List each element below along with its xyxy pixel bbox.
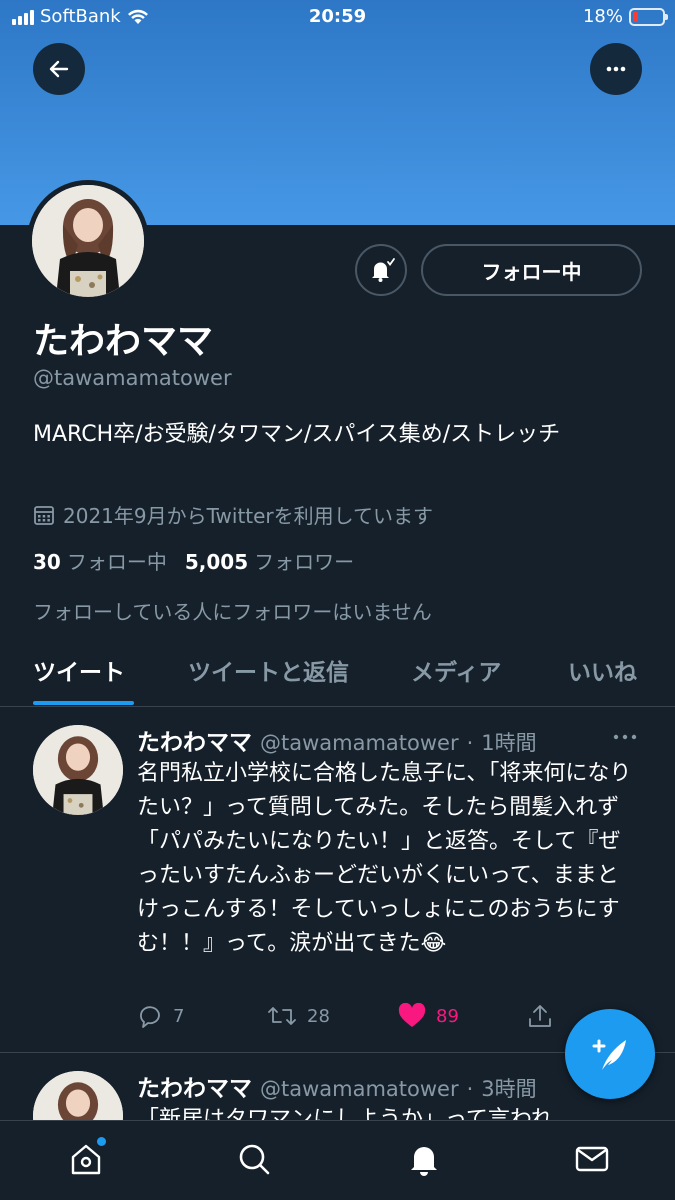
tweet-text: 「新居はタワマンにしようか」って言われ [137, 1107, 553, 1120]
compose-feather-icon [592, 1039, 626, 1070]
follow-counts: 30 フォロー中 5,005 フォロワー [33, 546, 354, 575]
reply-count: 7 [173, 1005, 185, 1027]
tab-media[interactable]: メディア [411, 653, 501, 687]
tweet-time[interactable]: 3時間 [481, 1073, 536, 1103]
avatar [32, 185, 144, 297]
profile-bio: MARCH卒/お受験/タワマン/スパイス集め/ストレッチ [33, 422, 561, 447]
share-icon [529, 1005, 551, 1027]
tweet-author-handle: @tawamamatower [260, 1077, 459, 1101]
avatar[interactable] [33, 1071, 123, 1120]
following-label: フォロー中 [66, 550, 167, 574]
tweet-author-name[interactable]: たわわママ [137, 1069, 252, 1103]
nav-messages[interactable] [572, 1139, 612, 1179]
messages-icon [575, 1146, 609, 1172]
retweet-icon [268, 1007, 296, 1025]
tweet-more-button[interactable] [612, 727, 638, 751]
like-count: 89 [436, 1005, 459, 1027]
tweet-header: たわわママ @tawamamatower · 1時間 [137, 723, 537, 757]
reply-button[interactable]: 7 [137, 1003, 184, 1029]
tweet-text: 名門私立小学校に合格した息子に、「将来何になりたい？」って質問してみた。そしたら… [137, 761, 632, 956]
compose-tweet-button[interactable] [565, 1009, 655, 1099]
bell-check-icon [372, 258, 395, 282]
arrow-left-icon [49, 60, 69, 78]
tweet-item[interactable]: たわわママ @tawamamatower · 1時間 名門私立小学校に合格した息… [0, 707, 675, 1052]
ellipsis-icon [606, 66, 626, 72]
notifications-icon [411, 1147, 437, 1176]
following-link[interactable]: 30 フォロー中 [33, 546, 167, 575]
clock: 20:59 [308, 6, 367, 27]
joined-date: 2021年9月からTwitterを利用しています [33, 500, 433, 529]
status-bar: SoftBank 20:59 18% [0, 0, 675, 34]
calendar-icon [34, 505, 54, 525]
more-options-button[interactable] [590, 43, 642, 95]
retweet-button[interactable]: 28 [267, 1003, 330, 1029]
active-tab-indicator [33, 701, 134, 705]
battery-icon [629, 7, 668, 26]
retweet-count: 28 [307, 1005, 330, 1027]
tweet-header: たわわママ @tawamamatower · 3時間 [137, 1069, 537, 1103]
tweet-author-handle: @tawamamatower [260, 731, 459, 755]
nav-notifications[interactable] [404, 1139, 444, 1179]
search-icon [239, 1144, 270, 1175]
battery-percent: 18% [582, 6, 623, 27]
followers-label: フォロワー [254, 550, 355, 574]
profile-handle: @tawamamatower [33, 366, 232, 390]
followers-you-know: フォローしている人にフォロワーはいません [33, 600, 432, 624]
reply-icon [140, 1006, 160, 1028]
joined-text: 2021年9月からTwitterを利用しています [63, 504, 434, 528]
followers-count: 5,005 [184, 550, 249, 574]
ellipsis-icon [613, 734, 637, 740]
tweet-separator: · [466, 731, 474, 755]
tab-tweets[interactable]: ツイート [33, 653, 125, 687]
tab-likes[interactable]: いいね [568, 653, 637, 687]
tweet-actions: 7 28 89 [137, 1003, 637, 1029]
heart-icon [398, 1003, 426, 1027]
avatar[interactable] [33, 725, 123, 815]
following-count: 30 [33, 550, 61, 574]
tweet-author-name[interactable]: たわわママ [137, 723, 252, 757]
tweet-time[interactable]: 1時間 [481, 727, 536, 757]
back-button[interactable] [33, 43, 85, 95]
profile-display-name: たわわママ [33, 321, 214, 362]
home-icon [71, 1144, 101, 1175]
bottom-navigation [0, 1120, 675, 1200]
unread-dot [97, 1137, 106, 1146]
notifications-toggle-button[interactable] [355, 244, 407, 296]
profile-avatar[interactable] [27, 180, 149, 302]
tweet-separator: · [466, 1077, 474, 1101]
battery-status: 18% [582, 6, 668, 27]
nav-home[interactable] [66, 1137, 106, 1179]
nav-search[interactable] [234, 1139, 274, 1179]
like-button[interactable]: 89 [398, 1003, 459, 1029]
following-button[interactable]: フォロー中 [421, 244, 642, 296]
share-button[interactable] [527, 1003, 553, 1029]
tab-tweets-replies[interactable]: ツイートと返信 [188, 653, 349, 687]
followers-link[interactable]: 5,005 フォロワー [185, 546, 354, 575]
profile-tabs: ツイート ツイートと返信 メディア いいね [0, 645, 675, 707]
